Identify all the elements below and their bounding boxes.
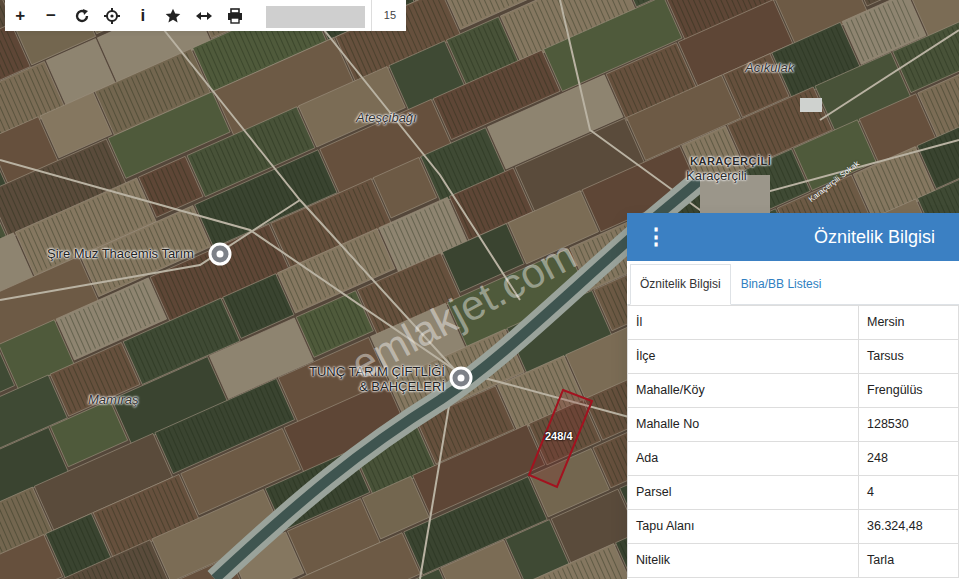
toolbar-glyph: −: [46, 7, 56, 24]
attribute-name: İlçe: [628, 340, 859, 374]
toolbar-button[interactable]: [219, 0, 250, 31]
attribute-row: İlMersin: [628, 306, 959, 340]
attribute-name: Nitelik: [628, 544, 859, 578]
attribute-row: Mahalle/KöyFrengülüs: [628, 374, 959, 408]
attribute-row: İlçeTarsus: [628, 340, 959, 374]
attribute-value: Mersin: [859, 306, 959, 340]
place-label: KARAÇERÇİLİ: [690, 153, 771, 170]
attribute-value: Frengülüs: [859, 374, 959, 408]
attribute-row: Tapu Alanı36.324,48: [628, 510, 959, 544]
map-toolbar: + − i 15: [5, 0, 406, 31]
attribute-name: Ada: [628, 442, 859, 476]
attribute-name: Parsel: [628, 476, 859, 510]
panel-tab[interactable]: Öznitelik Bilgisi: [630, 264, 731, 305]
pin-label-line: & BAHÇELERİ: [309, 380, 445, 395]
crosshair-icon: [104, 8, 120, 24]
panel-title: Öznitelik Bilgisi: [814, 224, 935, 251]
attribute-name: Mahalle No: [628, 408, 859, 442]
pin-label-line: Şire Muz Thacemis Tarım: [47, 247, 194, 262]
print-icon: [227, 8, 243, 24]
map-viewer[interactable]: + − i 15 Ateşçibağı Acıkulak KARAÇERÇİLİKaraçe…: [0, 0, 959, 579]
pin-label: TUNÇ TARIM ÇİFTLİĞİ& BAHÇELERİ: [309, 365, 445, 395]
panel-header: ⋮ Öznitelik Bilgisi: [627, 213, 959, 261]
attribute-value: 128530: [859, 408, 959, 442]
place-label: Ateşçibağı: [356, 108, 417, 128]
parcel-outline[interactable]: [529, 390, 592, 487]
attribute-value: 36.324,48: [859, 510, 959, 544]
map-pin-icon[interactable]: [448, 365, 474, 391]
attribute-value: Tarsus: [859, 340, 959, 374]
tab-bar: Öznitelik BilgisiBina/BB Listesi: [627, 261, 959, 305]
attribute-table: İlMersinİlçeTarsusMahalle/KöyFrengülüsMa…: [627, 305, 959, 578]
map-pin-icon[interactable]: [207, 241, 233, 267]
attribute-name: İl: [628, 306, 859, 340]
tab-item: Öznitelik Bilgisi: [630, 264, 731, 304]
attribute-value: Tarla: [859, 544, 959, 578]
measure-icon: [196, 8, 212, 24]
toolbar-glyph: i: [140, 7, 145, 24]
star-icon: [165, 8, 181, 24]
place-label: Acıkulak: [745, 58, 794, 78]
pin-label: Şire Muz Thacemis Tarım: [47, 247, 194, 262]
attribute-name: Mahalle/Köy: [628, 374, 859, 408]
toolbar-button[interactable]: +: [5, 0, 36, 31]
attribute-panel: ⋮Öznitelik BilgisiÖznitelik BilgisiBina/…: [627, 213, 959, 579]
pin-label-line: TUNÇ TARIM ÇİFTLİĞİ: [309, 365, 445, 380]
tab-item: Bina/BB Listesi: [731, 264, 832, 304]
attribute-row: Parsel4: [628, 476, 959, 510]
toolbar-glyph: +: [15, 7, 25, 24]
place-label: Karaçerçili: [686, 166, 747, 186]
panel-tab[interactable]: Bina/BB Listesi: [731, 264, 832, 305]
refresh-icon: [74, 8, 90, 24]
attribute-row: Mahalle No128530: [628, 408, 959, 442]
attribute-row: NitelikTarla: [628, 544, 959, 578]
zoom-level[interactable]: 15: [371, 0, 406, 31]
menu-icon[interactable]: ⋮: [645, 226, 667, 248]
attribute-row: Ada248: [628, 442, 959, 476]
attribute-name: Tapu Alanı: [628, 510, 859, 544]
toolbar-button[interactable]: [66, 0, 97, 31]
toolbar-button[interactable]: [97, 0, 128, 31]
place-label: Mamıraş: [88, 390, 139, 410]
toolbar-button[interactable]: i: [128, 0, 159, 31]
toolbar-button[interactable]: [158, 0, 189, 31]
toolbar-button[interactable]: −: [36, 0, 67, 31]
tab-list: Öznitelik BilgisiBina/BB Listesi: [630, 264, 956, 304]
hidden-field: [266, 6, 365, 28]
parcel-label[interactable]: 248/4: [545, 428, 573, 445]
attribute-value: 4: [859, 476, 959, 510]
toolbar-button[interactable]: [189, 0, 220, 31]
attribute-value: 248: [859, 442, 959, 476]
